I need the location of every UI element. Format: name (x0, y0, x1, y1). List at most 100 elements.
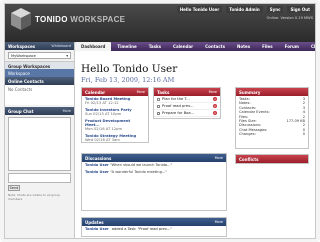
discussions-widget: Discussions More Tonido User "When shoul… (81, 153, 227, 211)
contacts-list: No Contacts (5, 85, 74, 105)
brand-logo[interactable]: TONIDO WORKSPACE (35, 15, 125, 24)
update-user: Tonido User (85, 227, 109, 231)
sidebar-item-workspace[interactable]: Workspace (5, 69, 74, 77)
app-window: TONIDO WORKSPACE Hello Tonido User Tonid… (4, 3, 316, 239)
tab-dashboard[interactable]: Dashboard (75, 42, 112, 51)
list-item[interactable]: Tonido User "A wonderful Tonido meeting.… (82, 169, 226, 176)
current-date: Fri, Feb 13, 2009, 12:16 AM (81, 76, 175, 84)
tab-tasks[interactable]: Tasks (143, 42, 167, 51)
delete-icon[interactable]: × (213, 97, 217, 101)
cube-logo-icon (11, 8, 31, 30)
task-label: Plan for the T... (162, 97, 190, 101)
chat-log[interactable] (8, 117, 71, 171)
task-checkbox[interactable] (157, 111, 160, 115)
updates-widget-header: Updates More (82, 218, 226, 226)
discussion-user: Tonido User (85, 163, 109, 167)
updates-widget: Updates More Tonido User added a Task: "… (81, 217, 227, 237)
chevron-down-icon: ▾ (66, 54, 68, 58)
page-title: Hello Tonido User (81, 63, 178, 75)
list-item[interactable]: Tonido Strategy Meeting Wed 02/18 AT 3am (82, 133, 148, 144)
task-checkbox[interactable] (157, 97, 160, 101)
workspace-select-value: MyWorkspace (11, 54, 36, 58)
header-links: Hello Tonido User Tonido Admin Sync Sign… (176, 6, 313, 13)
main-nav: Dashboard Timeline Tasks Calendar Contac… (75, 42, 315, 51)
group-chat-header: Group Chat More (5, 107, 74, 115)
updates-widget-title: Updates (85, 219, 104, 225)
list-item[interactable]: Tonido Investors Party Sun 02/15 AT 10pm (82, 107, 148, 118)
discussion-user: Tonido User (85, 169, 109, 174)
discussions-widget-title: Discussions (85, 155, 112, 161)
workspace-select[interactable]: MyWorkspace ▾ (8, 52, 71, 59)
header-link-admin[interactable]: Tonido Admin (226, 6, 263, 13)
group-chat-title: Group Chat (8, 109, 34, 114)
event-date: Fri 02/13 AT 12:12 (85, 101, 119, 106)
update-text: added a Task: "Proof read prev..." (111, 227, 172, 231)
tab-timeline[interactable]: Timeline (111, 42, 142, 51)
list-item[interactable]: Tonido Board Meeting Fri 02/13 AT 12:12 (82, 96, 148, 107)
tab-chat[interactable]: Chat (305, 42, 315, 51)
conflicts-widget: Conflicts (235, 154, 309, 164)
group-workspaces-header: Group Workspaces (5, 61, 74, 69)
tasks-widget-title: Tasks (157, 89, 170, 95)
online-contacts-header: Online Contacts (5, 77, 74, 85)
discussion-text: "A wonderful Tonido meeting..." (109, 169, 167, 174)
tasks-widget-header: Tasks More (154, 88, 220, 96)
header-link-signout[interactable]: Sign Out (287, 6, 313, 13)
summary-key: Changes: (239, 132, 256, 137)
calendar-widget-header: Calendar More (82, 88, 148, 96)
workspaces-title: Workspaces (8, 44, 36, 49)
tasks-more-link[interactable]: More (209, 90, 217, 94)
list-item[interactable]: Tonido User added a Task: "Proof read pr… (82, 226, 226, 233)
summary-list: Tasks: 3 Notes: 2 Contacts: 3 Calendar Even… (236, 96, 308, 137)
list-item[interactable]: Tonido User "When should we launch Tonid… (82, 162, 226, 169)
summary-widget-title: Summary (239, 89, 261, 95)
brand-word-1: TONIDO (35, 15, 68, 24)
header-link-sync[interactable]: Sync (266, 6, 284, 13)
event-date: Wed 02/18 AT 3am (85, 138, 120, 143)
status-text: Online. Version 0.19 MWS (266, 16, 313, 20)
chat-input[interactable] (8, 173, 71, 183)
tab-notes[interactable]: Notes (231, 42, 256, 51)
task-row[interactable]: Proof read prev... × (154, 103, 220, 110)
tasks-widget: Tasks More Plan for the T... × Proof rea… (153, 87, 221, 119)
conflicts-widget-header: Conflicts (236, 155, 308, 163)
header-link-user[interactable]: Hello Tonido User (176, 6, 223, 13)
discussion-text: "When should we launch Tonido..." (109, 163, 173, 167)
chat-note: Note: Chats are visible to all group mem… (8, 193, 61, 201)
tab-files[interactable]: Files (256, 42, 279, 51)
task-label: Prepare for Boa... (162, 111, 195, 115)
left-sidebar: Workspaces Whiteboard MyWorkspace ▾ Grou… (5, 42, 75, 238)
event-date: Mon 02/16 AT 12pm (85, 127, 123, 132)
discussions-more-link[interactable]: More (215, 156, 223, 160)
delete-icon[interactable]: × (213, 104, 217, 108)
task-label: Proof read prev... (162, 104, 194, 108)
list-item[interactable]: Product Development Meet... Mon 02/16 AT… (82, 118, 148, 133)
task-row[interactable]: Prepare for Boa... × (154, 110, 220, 117)
discussions-widget-header: Discussions More (82, 154, 226, 162)
event-title: Product Development Meet... (85, 118, 131, 128)
tab-contacts[interactable]: Contacts (199, 42, 231, 51)
group-chat-more-link[interactable]: More (63, 109, 71, 113)
no-contacts-text: No Contacts (8, 87, 33, 92)
task-row[interactable]: Plan for the T... × (154, 96, 220, 103)
dashboard-content: Hello Tonido User Fri, Feb 13, 2009, 12:… (75, 51, 315, 238)
send-button[interactable]: Send (8, 185, 20, 191)
summary-widget-header: Summary (236, 88, 308, 96)
app-header: TONIDO WORKSPACE Hello Tonido User Tonid… (5, 4, 315, 42)
online-contacts-title: Online Contacts (8, 79, 44, 84)
delete-icon[interactable]: × (213, 111, 217, 115)
calendar-widget-title: Calendar (85, 89, 106, 95)
tab-forum[interactable]: Forum (279, 42, 305, 51)
summary-row: Changes: 0 (236, 132, 308, 136)
brand-word-2: WORKSPACE (70, 15, 126, 24)
event-date: Sun 02/15 AT 10pm (85, 112, 122, 117)
calendar-more-link[interactable]: More (137, 90, 145, 94)
whiteboard-link[interactable]: Whiteboard (51, 44, 71, 48)
calendar-widget: Calendar More Tonido Board Meeting Fri 0… (81, 87, 149, 143)
summary-value: 0 (302, 132, 305, 137)
tab-calendar[interactable]: Calendar (167, 42, 199, 51)
summary-widget: Summary Tasks: 3 Notes: 2 Contacts: 3 Calen… (235, 87, 309, 149)
workspaces-header: Workspaces Whiteboard (5, 42, 74, 50)
updates-more-link[interactable]: More (215, 220, 223, 224)
task-checkbox[interactable] (157, 104, 160, 108)
